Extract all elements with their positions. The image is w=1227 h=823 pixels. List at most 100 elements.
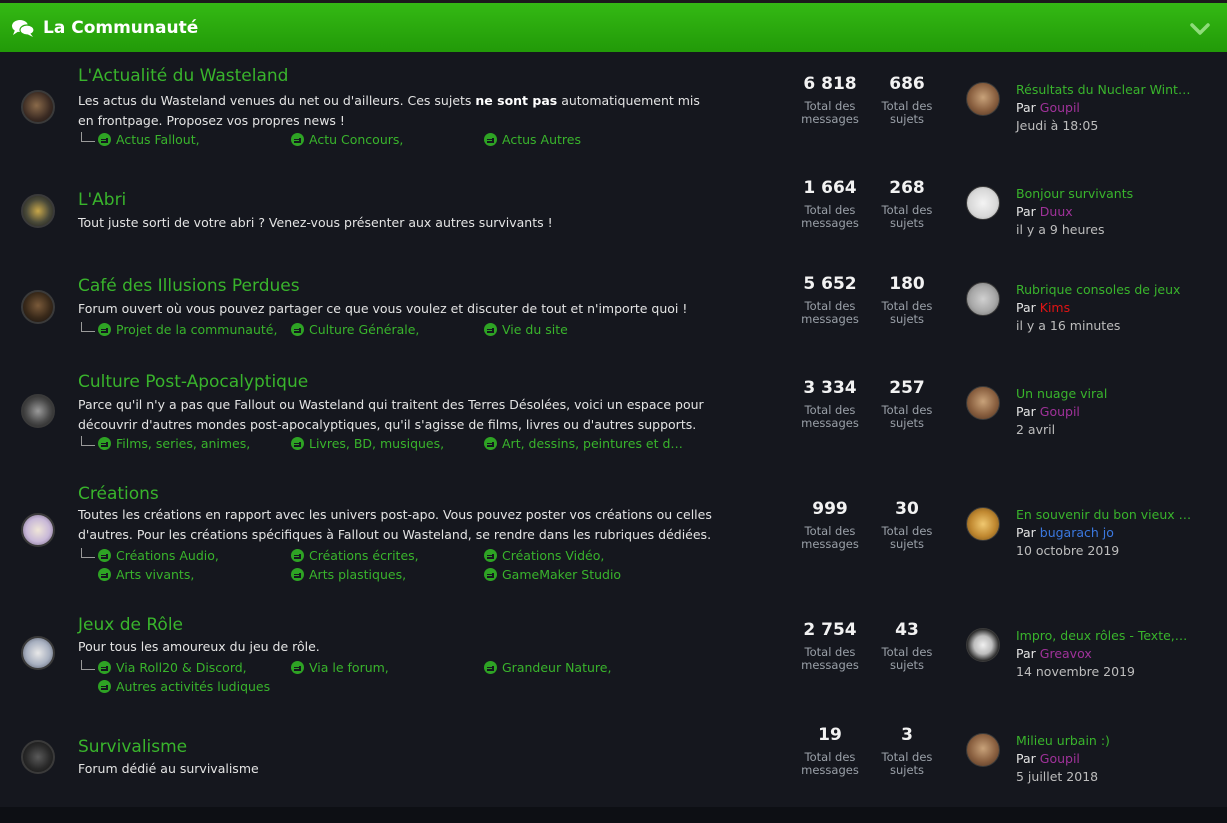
forum-icon — [21, 740, 55, 774]
forum-icon — [21, 394, 55, 428]
forum-description: Les actus du Wasteland venues du net ou … — [78, 93, 700, 128]
subforum-link[interactable]: Grandeur Nature, — [484, 660, 611, 675]
avatar[interactable] — [966, 628, 1000, 662]
subforum-link[interactable]: Actus Autres — [484, 132, 581, 147]
subforum-link[interactable]: Livres, BD, musiques, — [291, 436, 444, 451]
last-post-title[interactable]: Bonjour survivants — [1016, 186, 1194, 201]
subforum-link[interactable]: Arts vivants, — [98, 567, 194, 582]
subforum-link[interactable]: Via Roll20 & Discord, — [98, 660, 247, 675]
last-post-title[interactable]: Milieu urbain :) — [1016, 733, 1194, 748]
messages-count: 19 Total des messages — [801, 725, 859, 777]
last-post-author: Par bugarach jo — [1016, 525, 1114, 540]
arrow-circle-icon — [484, 133, 497, 146]
topics-count: 257 Total des sujets — [881, 378, 933, 430]
forum-title[interactable]: Créations — [78, 484, 159, 504]
avatar[interactable] — [966, 82, 1000, 116]
forum-row-culture: Culture Post-Apocalyptique Parce qu'il n… — [0, 360, 1227, 472]
author-link[interactable]: Duux — [1040, 204, 1073, 219]
topics-count: 30 Total des sujets — [881, 499, 933, 551]
author-link[interactable]: Goupil — [1040, 404, 1080, 419]
subforum-link[interactable]: Arts plastiques, — [291, 567, 406, 582]
tree-connector — [81, 548, 95, 558]
forum-title[interactable]: L'Actualité du Wasteland — [78, 66, 288, 86]
chevron-down-icon[interactable] — [1189, 20, 1211, 38]
forum-row-abri: L'Abri Tout juste sorti de votre abri ? … — [0, 166, 1227, 262]
forum-description: Forum ouvert où vous pouvez partager ce … — [78, 301, 688, 316]
topics-count: 43 Total des sujets — [881, 620, 933, 672]
last-post-title[interactable]: Impro, deux rôles - Texte,… — [1016, 628, 1194, 643]
last-post-author: Par Kims — [1016, 300, 1071, 315]
avatar[interactable] — [966, 733, 1000, 767]
arrow-circle-icon — [98, 549, 111, 562]
author-link[interactable]: Kims — [1040, 300, 1070, 315]
last-post-date: Jeudi à 18:05 — [1016, 118, 1099, 133]
author-link[interactable]: bugarach jo — [1040, 525, 1114, 540]
topics-count: 268 Total des sujets — [881, 178, 933, 230]
subforum-link[interactable]: Films, series, animes, — [98, 436, 250, 451]
last-post-author: Par Goupil — [1016, 100, 1080, 115]
forum-icon — [21, 636, 55, 670]
forum-description: Forum dédié au survivalisme — [78, 761, 259, 776]
tree-connector — [81, 322, 95, 332]
avatar[interactable] — [966, 282, 1000, 316]
topics-count: 3 Total des sujets — [881, 725, 933, 777]
tree-connector — [81, 660, 95, 670]
messages-count: 1 664 Total des messages — [801, 178, 859, 230]
last-post-author: Par Goupil — [1016, 404, 1080, 419]
last-post-author: Par Goupil — [1016, 751, 1080, 766]
forum-row-jdr: Jeux de Rôle Pour tous les amoureux du j… — [0, 603, 1227, 719]
author-link[interactable]: Greavox — [1040, 646, 1092, 661]
forum-description: Tout juste sorti de votre abri ? Venez-v… — [78, 215, 553, 230]
arrow-circle-icon — [98, 661, 111, 674]
forum-title[interactable]: Survivalisme — [78, 737, 187, 757]
last-post-date: il y a 9 heures — [1016, 222, 1105, 237]
forum-title[interactable]: Café des Illusions Perdues — [78, 276, 300, 296]
subforum-link[interactable]: GameMaker Studio — [484, 567, 621, 582]
subforum-link[interactable]: Actu Concours, — [291, 132, 403, 147]
forum-icon — [21, 290, 55, 324]
subforum-link[interactable]: Projet de la communauté, — [98, 322, 277, 337]
chat-bubbles-icon — [12, 19, 34, 37]
avatar[interactable] — [966, 507, 1000, 541]
last-post-date: 2 avril — [1016, 422, 1056, 437]
arrow-circle-icon — [291, 133, 304, 146]
last-post-title[interactable]: En souvenir du bon vieux t… — [1016, 507, 1194, 522]
forum-description: Pour tous les amoureux du jeu de rôle. — [78, 639, 320, 654]
subforum-link[interactable]: Art, dessins, peintures et d… — [484, 436, 683, 451]
arrow-circle-icon — [291, 323, 304, 336]
forum-title[interactable]: Culture Post-Apocalyptique — [78, 372, 308, 392]
category-header[interactable]: La Communauté — [0, 0, 1227, 52]
subforum-link[interactable]: Vie du site — [484, 322, 568, 337]
last-post-title[interactable]: Rubrique consoles de jeux — [1016, 282, 1194, 297]
forum-list: L'Actualité du Wasteland Les actus du Wa… — [0, 52, 1227, 807]
messages-count: 2 754 Total des messages — [801, 620, 859, 672]
avatar[interactable] — [966, 186, 1000, 220]
arrow-circle-icon — [98, 133, 111, 146]
subforum-link[interactable]: Autres activités ludiques — [98, 679, 270, 694]
last-post-title[interactable]: Résultats du Nuclear Winte… — [1016, 82, 1194, 97]
last-post-date: 14 novembre 2019 — [1016, 664, 1135, 679]
subforum-link[interactable]: Créations écrites, — [291, 548, 419, 563]
last-post-date: 10 octobre 2019 — [1016, 543, 1120, 558]
arrow-circle-icon — [484, 549, 497, 562]
author-link[interactable]: Goupil — [1040, 100, 1080, 115]
avatar[interactable] — [966, 386, 1000, 420]
arrow-circle-icon — [484, 323, 497, 336]
arrow-circle-icon — [484, 437, 497, 450]
topics-count: 180 Total des sujets — [881, 274, 933, 326]
forum-title[interactable]: L'Abri — [78, 190, 126, 210]
messages-count: 999 Total des messages — [801, 499, 859, 551]
author-link[interactable]: Goupil — [1040, 751, 1080, 766]
subforum-link[interactable]: Créations Vidéo, — [484, 548, 604, 563]
forum-description: Parce qu'il n'y a pas que Fallout ou Was… — [78, 397, 704, 432]
subforum-link[interactable]: Actus Fallout, — [98, 132, 200, 147]
forum-row-cafe: Café des Illusions Perdues Forum ouvert … — [0, 262, 1227, 360]
subforum-link[interactable]: Créations Audio, — [98, 548, 219, 563]
forum-title[interactable]: Jeux de Rôle — [78, 615, 183, 635]
subforum-link[interactable]: Via le forum, — [291, 660, 389, 675]
last-post-title[interactable]: Un nuage viral — [1016, 386, 1194, 401]
arrow-circle-icon — [291, 568, 304, 581]
arrow-circle-icon — [291, 661, 304, 674]
subforum-link[interactable]: Culture Générale, — [291, 322, 419, 337]
forum-icon — [21, 513, 55, 547]
